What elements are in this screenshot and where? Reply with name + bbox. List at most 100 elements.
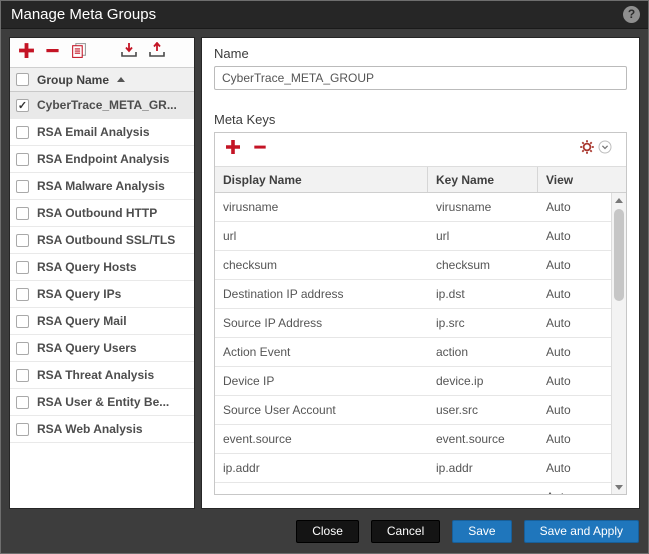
key-name-cell: device.ip	[428, 374, 538, 388]
view-cell: Auto	[538, 229, 611, 243]
save-and-apply-button[interactable]: Save and Apply	[524, 520, 639, 543]
group-name-column-header[interactable]: Group Name	[37, 73, 109, 87]
row-checkbox[interactable]: ✓	[16, 99, 29, 112]
meta-key-row[interactable]: checksum checksum Auto	[215, 251, 611, 280]
meta-key-row[interactable]: ip.addr ip.addr Auto	[215, 454, 611, 483]
group-row[interactable]: RSA Query Users	[10, 335, 194, 362]
arrow-up-icon	[615, 198, 623, 203]
row-checkbox[interactable]	[16, 180, 29, 193]
cancel-button[interactable]: Cancel	[371, 520, 440, 543]
group-row[interactable]: RSA Email Analysis	[10, 119, 194, 146]
meta-table-scrollbar[interactable]	[611, 193, 626, 494]
group-row[interactable]: RSA Query Mail	[10, 308, 194, 335]
key-name-cell: ip.addr	[428, 461, 538, 475]
row-checkbox[interactable]	[16, 342, 29, 355]
meta-rows: virusname virusname Auto url url Auto ch…	[215, 193, 611, 494]
group-name: RSA User & Entity Be...	[37, 395, 169, 409]
import-button[interactable]	[120, 42, 138, 63]
group-row[interactable]: RSA Query Hosts	[10, 254, 194, 281]
group-name: RSA Threat Analysis	[37, 368, 154, 382]
copy-icon	[70, 42, 87, 64]
view-cell: Auto	[538, 461, 611, 475]
display-name-cell: url	[215, 229, 428, 243]
dialog-title: Manage Meta Groups	[11, 6, 156, 23]
meta-key-row[interactable]: Source IP Address ip.src Auto	[215, 309, 611, 338]
scroll-down-button[interactable]	[612, 480, 626, 494]
group-name: RSA Email Analysis	[37, 125, 150, 139]
remove-meta-key-button[interactable]	[253, 140, 267, 159]
group-row[interactable]: RSA Endpoint Analysis	[10, 146, 194, 173]
view-cell: Auto	[538, 345, 611, 359]
row-checkbox[interactable]	[16, 261, 29, 274]
import-export-group	[120, 42, 166, 63]
meta-key-row[interactable]: msg msg Auto	[215, 483, 611, 494]
scroll-thumb[interactable]	[614, 209, 624, 301]
settings-button[interactable]	[575, 137, 616, 162]
group-row[interactable]: RSA User & Entity Be...	[10, 389, 194, 416]
footer: Close Cancel Save Save and Apply	[1, 509, 648, 553]
arrow-down-icon	[615, 485, 623, 490]
meta-key-row[interactable]: virusname virusname Auto	[215, 193, 611, 222]
group-row[interactable]: RSA Malware Analysis	[10, 173, 194, 200]
row-checkbox[interactable]	[16, 126, 29, 139]
group-detail-panel: Name Meta Keys Display Name Key Name Vie…	[201, 37, 640, 509]
display-name-cell: Action Event	[215, 345, 428, 359]
view-cell: Auto	[538, 200, 611, 214]
meta-table-body: virusname virusname Auto url url Auto ch…	[215, 193, 626, 494]
display-name-cell: Device IP	[215, 374, 428, 388]
key-name-cell: virusname	[428, 200, 538, 214]
key-name-cell: ip.src	[428, 316, 538, 330]
meta-key-row[interactable]: event.source event.source Auto	[215, 425, 611, 454]
export-button[interactable]	[148, 42, 166, 63]
row-checkbox[interactable]	[16, 207, 29, 220]
row-checkbox[interactable]	[16, 396, 29, 409]
key-name-cell: ip.dst	[428, 287, 538, 301]
column-header-display-name[interactable]: Display Name	[215, 167, 428, 192]
key-name-cell: url	[428, 229, 538, 243]
add-group-button[interactable]	[18, 42, 35, 64]
help-icon[interactable]: ?	[623, 6, 640, 23]
meta-key-row[interactable]: url url Auto	[215, 222, 611, 251]
group-toolbar	[10, 38, 194, 68]
view-cell: Auto	[538, 374, 611, 388]
group-row[interactable]: RSA Outbound HTTP	[10, 200, 194, 227]
view-cell: Auto	[538, 490, 611, 494]
column-header-view[interactable]: View	[538, 173, 626, 187]
add-meta-key-button[interactable]	[225, 139, 241, 160]
display-name-cell: Source IP Address	[215, 316, 428, 330]
group-row[interactable]: ✓ CyberTrace_META_GR...	[10, 92, 194, 119]
group-row[interactable]: RSA Web Analysis	[10, 416, 194, 443]
save-button[interactable]: Save	[452, 520, 511, 543]
gear-icon	[579, 139, 595, 160]
meta-key-row[interactable]: Action Event action Auto	[215, 338, 611, 367]
row-checkbox[interactable]	[16, 423, 29, 436]
group-table-header[interactable]: Group Name	[10, 68, 194, 92]
column-header-key-name[interactable]: Key Name	[428, 167, 538, 192]
row-checkbox[interactable]	[16, 234, 29, 247]
key-name-cell: user.src	[428, 403, 538, 417]
remove-group-button[interactable]	[45, 43, 60, 63]
group-name: RSA Query Hosts	[37, 260, 137, 274]
display-name-cell: Source User Account	[215, 403, 428, 417]
display-name-cell: checksum	[215, 258, 428, 272]
row-checkbox[interactable]	[16, 153, 29, 166]
group-name: RSA Outbound HTTP	[37, 206, 157, 220]
group-row[interactable]: RSA Query IPs	[10, 281, 194, 308]
scroll-up-button[interactable]	[612, 193, 626, 207]
name-input[interactable]	[214, 66, 627, 90]
row-checkbox[interactable]	[16, 369, 29, 382]
key-name-cell: action	[428, 345, 538, 359]
meta-key-row[interactable]: Device IP device.ip Auto	[215, 367, 611, 396]
meta-key-row[interactable]: Destination IP address ip.dst Auto	[215, 280, 611, 309]
row-checkbox[interactable]	[16, 288, 29, 301]
select-all-checkbox[interactable]	[16, 73, 29, 86]
group-name: RSA Web Analysis	[37, 422, 143, 436]
meta-key-row[interactable]: Source User Account user.src Auto	[215, 396, 611, 425]
group-row[interactable]: RSA Outbound SSL/TLS	[10, 227, 194, 254]
close-button[interactable]: Close	[296, 520, 359, 543]
row-checkbox[interactable]	[16, 315, 29, 328]
plus-icon	[18, 42, 35, 64]
key-name-cell: msg	[428, 490, 538, 494]
group-row[interactable]: RSA Threat Analysis	[10, 362, 194, 389]
copy-group-button[interactable]	[70, 42, 87, 64]
